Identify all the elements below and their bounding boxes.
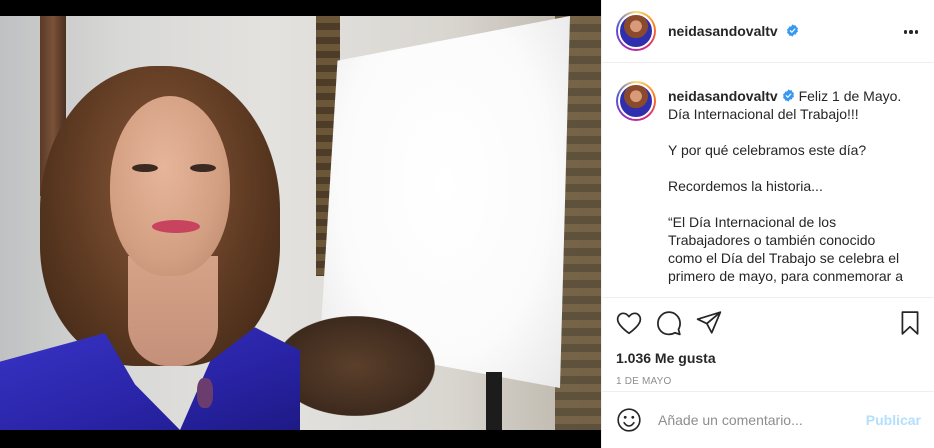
caption: neidasandovaltv Feliz 1 de Mayo. Día Int… xyxy=(616,81,921,285)
emoji-icon[interactable] xyxy=(616,407,642,433)
caption-line: Feliz 1 de Mayo. xyxy=(798,88,902,104)
comment-icon[interactable] xyxy=(656,310,682,336)
caption-line: Recordemos la historia... xyxy=(668,178,823,194)
person-face xyxy=(110,96,230,276)
caption-line xyxy=(668,195,903,213)
post-photo[interactable] xyxy=(0,16,601,430)
caption-line: Día Internacional del Trabajo!!! xyxy=(668,106,859,122)
caption-line: Y por qué celebramos este día? xyxy=(668,142,867,158)
add-comment-bar: Publicar xyxy=(602,391,934,448)
bookmark-icon[interactable] xyxy=(897,310,923,336)
light-stand xyxy=(486,372,502,430)
person-lips xyxy=(152,220,200,233)
post-header: neidasandovaltv xyxy=(602,0,934,63)
heart-icon[interactable] xyxy=(616,310,642,336)
comment-input[interactable] xyxy=(658,412,858,428)
post-actions: 1.036 Me gusta 1 DE MAYO xyxy=(602,297,934,387)
share-icon[interactable] xyxy=(696,310,722,336)
caption-line: Trabajadores o también conocido xyxy=(668,232,876,248)
header-username[interactable]: neidasandovaltv xyxy=(668,23,799,39)
instagram-post: neidasandovaltv neidasandovaltv Feliz 1 … xyxy=(0,0,934,448)
post-date[interactable]: 1 DE MAYO xyxy=(616,376,923,387)
comments-area[interactable]: neidasandovaltv Feliz 1 de Mayo. Día Int… xyxy=(602,63,934,297)
post-side-panel: neidasandovaltv neidasandovaltv Feliz 1 … xyxy=(601,0,934,448)
action-icons xyxy=(616,306,923,340)
person-eye xyxy=(190,164,216,172)
post-media[interactable] xyxy=(0,0,601,448)
caption-line: “El Día Internacional de los xyxy=(668,214,837,230)
verified-badge-icon xyxy=(786,24,798,37)
avatar[interactable] xyxy=(616,81,656,121)
more-options-icon[interactable] xyxy=(899,22,923,42)
caption-line: como el Día del Trabajo se celebra el xyxy=(668,250,900,266)
avatar[interactable] xyxy=(616,11,656,51)
caption-line: primero de mayo, para conmemorar a xyxy=(668,268,903,284)
publish-button[interactable]: Publicar xyxy=(866,412,921,428)
caption-username[interactable]: neidasandovaltv xyxy=(668,88,795,104)
likes-count[interactable]: 1.036 Me gusta xyxy=(616,350,923,366)
caption-line xyxy=(668,159,903,177)
verified-badge-icon xyxy=(782,89,794,102)
caption-text: neidasandovaltv Feliz 1 de Mayo. Día Int… xyxy=(668,87,903,285)
necklace-pendant xyxy=(197,378,213,408)
caption-line xyxy=(668,123,903,141)
person-eye xyxy=(132,164,158,172)
